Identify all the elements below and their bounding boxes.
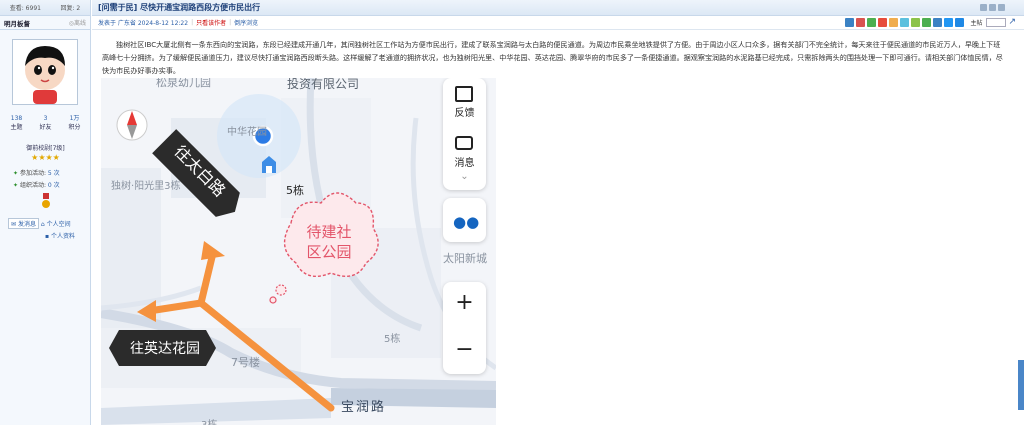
map-label-building-3: 3栋 [201,416,217,425]
copy-icon[interactable] [900,17,910,27]
side-scroll-widget[interactable] [1018,360,1024,410]
print-icon[interactable] [980,4,987,11]
view-count: 查看: 6991 [9,5,41,12]
facebook-icon[interactable] [944,17,954,27]
count-topics[interactable]: 138 主题 [2,114,31,132]
go-icon[interactable]: ↗ [1008,17,1016,27]
map-label-taiyang: 太阳新城 [443,252,487,265]
wechat-icon[interactable] [922,17,932,27]
map-label-kindergarten: 松泉幼儿园 [156,78,211,89]
author-only-link[interactable]: 只看该作者 [196,18,226,27]
map-label-5-building-south: 5栋 [384,334,401,345]
message-button[interactable]: 消息 [443,154,486,169]
feedback-button[interactable]: 反馈 [443,104,486,119]
map-label-yangguangli: 独树·阳光里3栋 [111,181,181,192]
activity-icon: ✦ [13,170,19,177]
qq-icon[interactable] [933,17,943,27]
zoom-controls: + − [443,282,486,374]
profile-link[interactable]: ▪ 个人资料 [45,231,75,240]
binoculars-icon: ●● [453,213,480,231]
map-label-5-building: 5栋 [286,184,304,197]
author-panel: 查看: 6991 回复: 2 明月板督 ◎离线 138 主题 3 好友 1万 积分 御… [0,0,91,425]
map-label-company: 投资有限公司 [287,78,360,91]
message-icon[interactable] [455,136,473,150]
chevron-down-icon[interactable]: ⌄ [443,171,486,182]
count-friends[interactable]: 3 好友 [31,114,60,132]
activity-joined: ✦ 参加活动: 5 次 [13,170,60,177]
share-icon[interactable] [867,17,877,27]
author-rank[interactable]: 御前校尉[7级] [0,143,91,152]
proposed-park-label: 待建社 区公园 [306,223,352,261]
text-size-icon[interactable] [955,17,965,27]
floor-label: 主帖 [970,19,983,27]
map-side-controls: 反馈 消息 ⌄ [443,78,486,190]
report-icon[interactable] [856,17,866,27]
count-points[interactable]: 1万 积分 [60,114,89,132]
zoom-in-button[interactable]: + [443,290,486,315]
thread-title: [问需于民] 尽快开通宝润路西段方便市民出行 [98,3,261,12]
author-counts: 138 主题 3 好友 1万 积分 [2,114,89,132]
map-label-building-7: 7号楼 [231,356,260,369]
author-bar: 明月板督 ◎离线 [0,16,90,30]
binoculars-button[interactable]: ●● [443,198,486,242]
feedback-icon[interactable] [455,86,473,102]
send-message-button[interactable]: ✉ 发消息 [8,218,39,229]
weibo-icon[interactable] [911,17,921,27]
rank-stars: ★★★★ [31,153,60,162]
activity-organized: ✦ 组织活动: 0 次 [13,182,60,189]
title-actions [980,4,1020,11]
post-date: 发表于 广东省 2024-8-12 12:22 [98,20,189,27]
sign-to-yingda: 往英达花园 [130,341,200,357]
map-label-zhonghua: 中华花园 [227,127,267,138]
zoom-out-button[interactable]: − [443,337,486,362]
rate-icon[interactable] [889,17,899,27]
post-tools: 主帖 ↗ [845,17,1016,27]
post-body: 独树社区IBC大厦北侧有一条东西向的宝润路，东段已经建成开通几年，其间独树社区工… [102,40,1003,75]
reply-count: 回复: 2 [60,5,81,12]
author-name[interactable]: 明月板督 [4,18,30,28]
thread-stats: 查看: 6991 回复: 2 [0,0,90,16]
thread-title-bar: [问需于民] 尽快开通宝润路西段方便市民出行 [92,0,1024,16]
medal-icon [42,193,50,208]
avatar-image [13,40,77,104]
prev-thread-icon[interactable] [989,4,996,11]
online-status: ◎离线 [68,20,86,27]
add-icon[interactable] [845,17,855,27]
map-image: 松泉幼儿园 投资有限公司 中华花园 独树·阳光里3栋 5栋 太阳新城 5栋 7号… [101,78,496,425]
personal-space-link[interactable]: ⌂ 个人空间 [41,221,71,228]
author-actions: ✉ 发消息 ⌂ 个人空间 ▪ 个人资料 [8,218,75,240]
map-label-road: 宝润路 [341,400,387,415]
floor-jump-input[interactable] [986,17,1007,27]
avatar[interactable] [12,39,78,105]
favorite-icon[interactable] [878,17,888,27]
activity-icon: ✦ [13,182,19,189]
next-thread-icon[interactable] [998,4,1005,11]
reverse-order-link[interactable]: 倒序浏览 [234,18,258,27]
